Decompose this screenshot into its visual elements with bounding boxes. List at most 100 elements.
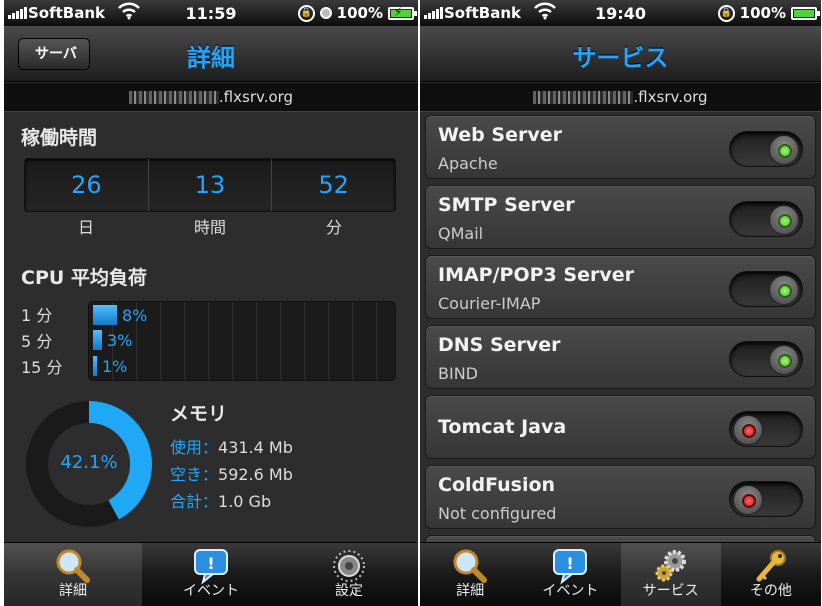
tab-other[interactable]: その他: [721, 543, 821, 606]
tab-label: その他: [749, 583, 792, 599]
page-title: 詳細: [187, 44, 235, 72]
memory-total-value: 1.0 Gb: [218, 492, 272, 511]
tab-bar: 詳細 ! イベント 設定: [4, 542, 418, 606]
toggle-knob-icon: [769, 345, 799, 375]
service-toggle[interactable]: [729, 271, 803, 307]
cpu-load-value: 8%: [122, 306, 148, 325]
redacted-hostname: [533, 91, 634, 104]
memory-details: 使用：431.4 Mb 空き：592.6 Mb 合計：1.0 Gb: [170, 434, 293, 515]
tab-bar: 詳細 ! イベント サービス その他: [420, 542, 821, 606]
navigation-bar: サーバ 詳細: [4, 26, 418, 82]
toggle-knob-icon: [733, 485, 763, 515]
battery-percent: 100%: [739, 4, 786, 22]
service-toggle[interactable]: [729, 481, 803, 517]
status-bar: SoftBank 11:59 🔒 100% ⚡: [4, 0, 418, 26]
memory-total-label: 合計：: [170, 492, 219, 511]
service-toggle[interactable]: [729, 131, 803, 167]
service-toggle[interactable]: [729, 411, 803, 447]
service-toggle[interactable]: [729, 201, 803, 237]
navigation-bar: サービス: [420, 26, 821, 82]
service-detail: Apache: [438, 154, 498, 173]
tab-details[interactable]: 詳細: [4, 543, 142, 606]
hostname-bar: .flxsrv.org: [420, 83, 821, 112]
redacted-hostname: [128, 91, 219, 104]
service-detail: QMail: [438, 224, 484, 243]
rotation-lock-icon: 🔒: [297, 4, 315, 22]
service-toggle[interactable]: [729, 341, 803, 377]
service-name: IMAP/POP3 Server: [438, 264, 634, 286]
svg-text:!: !: [567, 554, 574, 573]
cpu-load-value: 3%: [107, 331, 133, 350]
cpu-interval-label: 15 分: [21, 358, 63, 377]
uptime-hours: 13: [149, 159, 273, 211]
memory-title: メモリ: [170, 403, 228, 425]
cpu-interval-labels: 1 分 5 分 15 分: [21, 303, 62, 381]
uptime-minutes-label: 分: [325, 218, 342, 237]
cpu-interval-label: 5 分: [21, 332, 53, 351]
tab-settings[interactable]: 設定: [280, 543, 418, 606]
service-detail: Not configured: [438, 504, 557, 523]
service-name: ColdFusion: [438, 474, 556, 496]
tab-events[interactable]: ! イベント: [520, 543, 620, 606]
tab-details[interactable]: 詳細: [420, 543, 520, 606]
rotation-lock-icon: 🔒: [717, 4, 735, 22]
hostname-bar: .flxsrv.org: [4, 83, 418, 112]
cpu-load-value: 1%: [102, 357, 128, 376]
uptime-hours-label: 時間: [193, 218, 226, 237]
details-screen: SoftBank 11:59 🔒 100% ⚡ サーバ 詳細 .flxsrv.o…: [4, 0, 418, 606]
service-row-tomcat-java[interactable]: Tomcat Java: [425, 395, 816, 459]
service-row-smtp-server[interactable]: SMTP Server QMail: [425, 185, 816, 249]
uptime-days-label: 日: [77, 218, 94, 237]
service-row-coldfusion[interactable]: ColdFusion Not configured: [425, 465, 816, 529]
cpu-load-bar: [93, 356, 97, 376]
tab-label: イベント: [542, 583, 599, 599]
tab-events[interactable]: ! イベント: [142, 543, 280, 606]
tab-label: イベント: [183, 583, 239, 599]
service-row-dns-server[interactable]: DNS Server BIND: [425, 325, 816, 389]
uptime-days: 26: [25, 159, 149, 211]
services-list[interactable]: Web Server Apache SMTP Server QMail IMAP…: [425, 113, 816, 542]
tab-label: 設定: [335, 583, 363, 599]
memory-free-value: 592.6 Mb: [218, 465, 293, 484]
memory-used-label: 使用：: [170, 438, 219, 457]
toggle-knob-icon: [733, 415, 763, 445]
hostname-suffix: .flxsrv.org: [218, 88, 294, 106]
service-row-imap-pop3-server[interactable]: IMAP/POP3 Server Courier-IMAP: [425, 255, 816, 319]
service-name: DNS Server: [438, 334, 561, 356]
svg-text:!: !: [207, 554, 214, 573]
tab-label: 詳細: [456, 583, 485, 599]
memory-used-value: 431.4 Mb: [218, 438, 293, 457]
battery-charging-icon: ⚡: [388, 5, 417, 20]
service-name: SMTP Server: [438, 194, 575, 216]
uptime-minutes: 52: [318, 171, 349, 199]
service-row[interactable]: [425, 535, 816, 542]
tab-services[interactable]: サービス: [620, 543, 721, 606]
battery-icon: [791, 6, 820, 20]
battery-percent: 100%: [336, 4, 383, 22]
service-name: Web Server: [438, 124, 562, 146]
cpu-load-graph: 8% 3% 1%: [88, 301, 396, 381]
service-detail: BIND: [438, 364, 478, 383]
cpu-load-title: CPU 平均負荷: [21, 267, 147, 289]
status-bar: SoftBank 19:40 🔒 100%: [420, 0, 821, 26]
tab-label: 詳細: [59, 583, 87, 599]
alarm-icon: [319, 7, 332, 19]
service-detail: Courier-IMAP: [438, 294, 541, 313]
details-content[interactable]: 稼働時間 26 13 52 日 時間 分 CPU 平均負荷 1 分 5 分 15…: [4, 113, 418, 542]
service-name: Tomcat Java: [438, 416, 567, 438]
cpu-interval-label: 1 分: [21, 306, 53, 325]
toggle-knob-icon: [769, 275, 799, 305]
uptime-counter: 26 13 52: [24, 158, 396, 212]
hostname-suffix: .flxsrv.org: [633, 88, 708, 106]
services-screen: SoftBank 19:40 🔒 100% サービス .flxsrv.org W…: [420, 0, 821, 606]
cpu-load-bar: [93, 330, 102, 350]
uptime-title: 稼働時間: [21, 127, 98, 149]
toggle-knob-icon: [769, 205, 799, 235]
page-title: サービス: [572, 44, 669, 72]
memory-free-label: 空き：: [170, 465, 219, 484]
memory-percent: 42.1%: [60, 452, 118, 473]
service-row-web-server[interactable]: Web Server Apache: [425, 115, 816, 179]
tab-label: サービス: [642, 583, 699, 599]
toggle-knob-icon: [769, 135, 799, 165]
cpu-load-bar: [93, 305, 117, 325]
